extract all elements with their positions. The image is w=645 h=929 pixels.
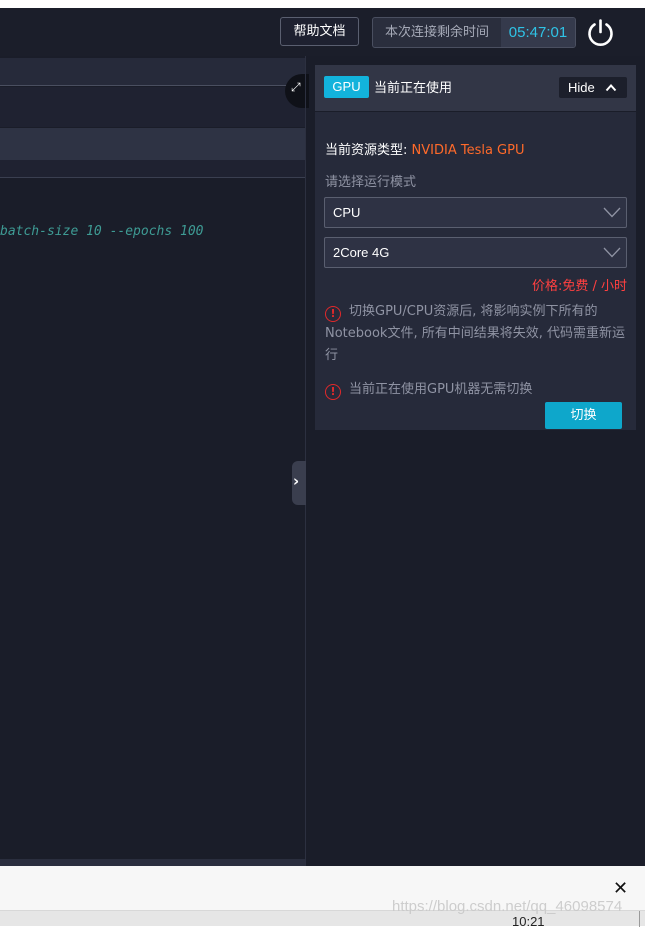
- chevron-right-icon: ›: [293, 472, 300, 490]
- hide-panel-button[interactable]: Hide: [559, 77, 627, 98]
- resource-panel: GPU 当前正在使用 Hide 当前资源类型: NVIDIA Tesla GPU…: [315, 65, 636, 430]
- chevron-up-icon: [605, 84, 617, 92]
- warning-icon: !: [325, 384, 341, 400]
- code-line[interactable]: batch-size 10 --epochs 100: [0, 224, 204, 239]
- run-mode-label: 请选择运行模式: [325, 175, 417, 190]
- notebook-editor: batch-size 10 --epochs 100: [0, 56, 305, 866]
- resource-type-value: NVIDIA Tesla GPU: [407, 143, 525, 158]
- editor-cell-header: [0, 128, 305, 160]
- taskbar-clock: 10:21: [512, 914, 545, 929]
- app-window: 帮助文档 本次连接剩余时间 05:47:01 batch-size 10 --e…: [0, 8, 645, 866]
- gpu-in-use-text: 当前正在使用GPU机器无需切换: [349, 382, 533, 397]
- editor-horizontal-scrollbar[interactable]: [0, 859, 305, 866]
- top-bar: 帮助文档 本次连接剩余时间 05:47:01: [0, 8, 645, 56]
- close-icon[interactable]: ✕: [613, 878, 628, 899]
- help-docs-button[interactable]: 帮助文档: [280, 17, 359, 46]
- remaining-time-box: 本次连接剩余时间 05:47:01: [372, 17, 576, 48]
- power-icon[interactable]: [585, 17, 616, 48]
- editor-toolbar: [0, 58, 305, 86]
- machine-spec-value: 2Core 4G: [333, 245, 390, 260]
- editor-cell-separator: [0, 160, 305, 178]
- machine-spec-select[interactable]: 2Core 4G: [324, 237, 627, 268]
- resource-type-label: 当前资源类型:: [325, 143, 408, 158]
- hide-label: Hide: [568, 80, 595, 95]
- switch-button[interactable]: 切换: [545, 402, 622, 429]
- taskbar-separator: [639, 911, 640, 927]
- chevron-down-icon: [603, 247, 621, 258]
- run-mode-value: CPU: [333, 205, 361, 220]
- collapse-panel-button[interactable]: ›: [292, 461, 306, 505]
- resource-panel-header: GPU 当前正在使用 Hide: [315, 65, 636, 112]
- editor-tabs-area: [0, 87, 305, 127]
- remaining-time-label: 本次连接剩余时间: [384, 25, 489, 40]
- run-mode-select[interactable]: CPU: [324, 197, 627, 228]
- remaining-time-value: 05:47:01: [501, 18, 575, 47]
- panel-title: 当前正在使用: [374, 81, 453, 96]
- chevron-down-icon: [603, 207, 621, 218]
- switch-warning-text: 切换GPU/CPU资源后, 将影响实例下所有的Notebook文件, 所有中间结…: [325, 304, 625, 363]
- gpu-in-use-notice: ! 当前正在使用GPU机器无需切换: [325, 379, 630, 401]
- resource-type-line: 当前资源类型: NVIDIA Tesla GPU: [325, 139, 525, 158]
- expand-icon: ⤢: [291, 80, 301, 94]
- switch-warning: ! 切换GPU/CPU资源后, 将影响实例下所有的Notebook文件, 所有中间…: [325, 301, 630, 367]
- warning-icon: !: [325, 306, 341, 322]
- watermark: https://blog.csdn.net/qq_46098574: [392, 898, 623, 915]
- gpu-badge: GPU: [324, 76, 369, 98]
- price-text: 价格:免费 / 小时: [531, 279, 627, 294]
